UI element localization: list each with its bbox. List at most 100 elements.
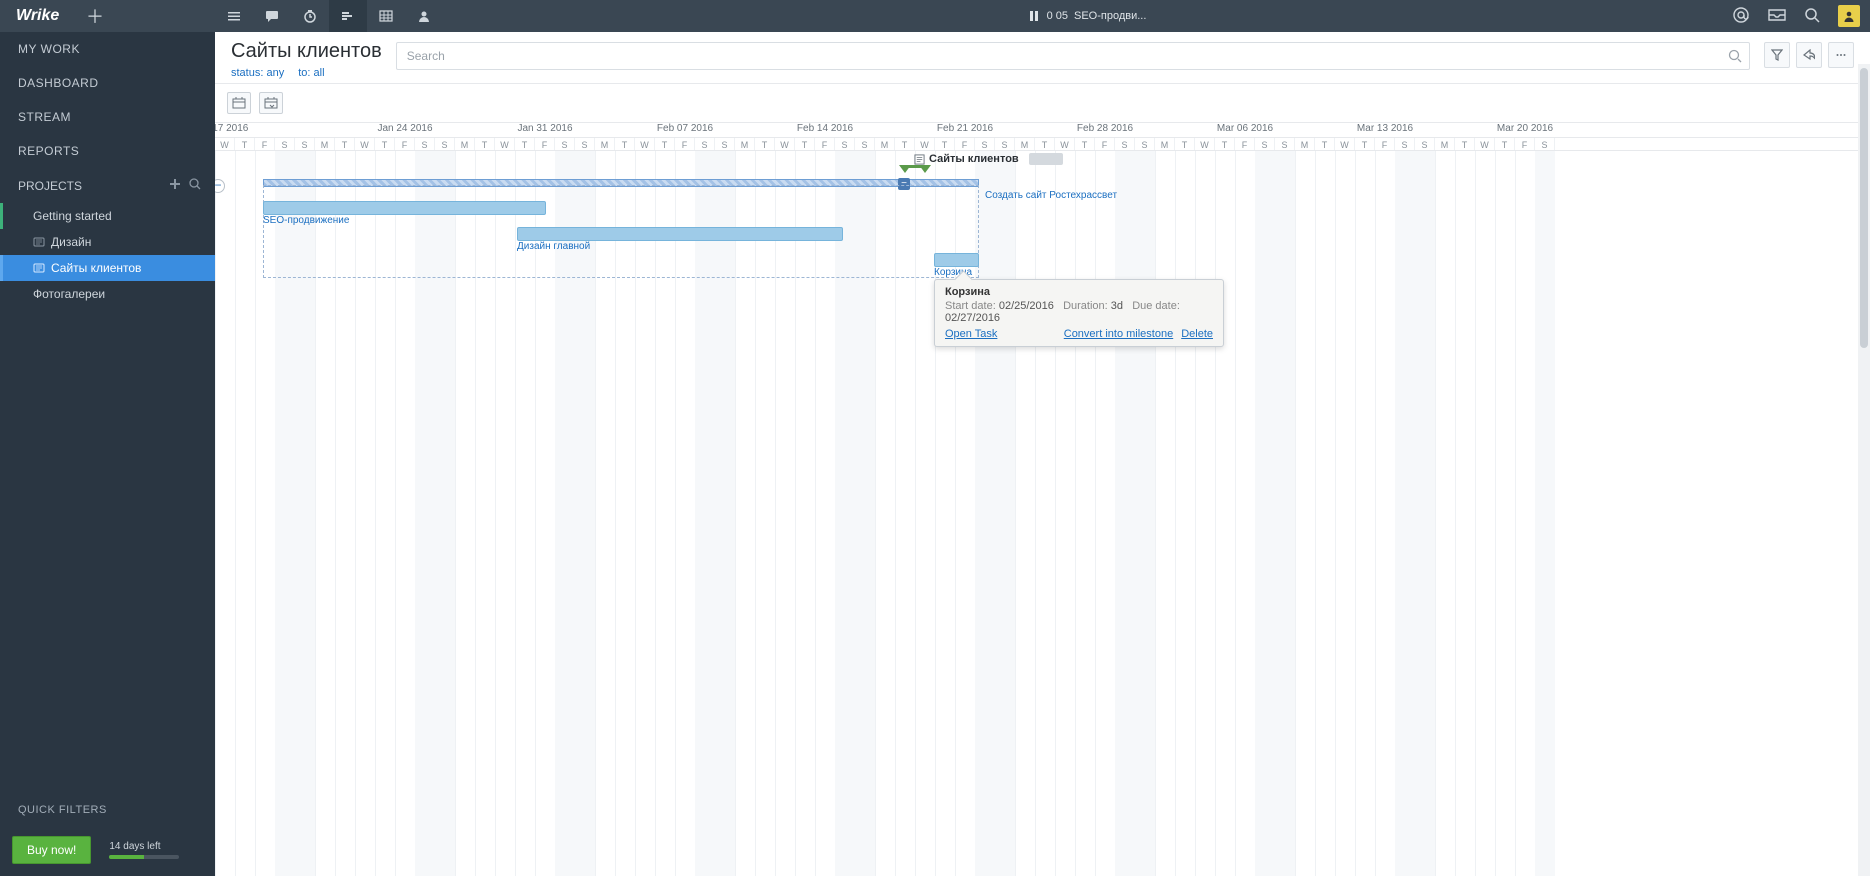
search-projects-icon[interactable] xyxy=(189,178,201,193)
menu-icon[interactable] xyxy=(215,0,253,32)
trial-days-left: 14 days left xyxy=(109,841,160,852)
top-bar: Wrike ＋ 0 05 SEO-продви... xyxy=(0,0,1870,32)
task-bar-design[interactable] xyxy=(517,227,843,241)
expand-all-button[interactable] xyxy=(259,92,283,114)
day-cell: S xyxy=(1395,138,1415,150)
topbar-timer-display[interactable]: 0 05 SEO-продви... xyxy=(443,10,1732,22)
avatar[interactable] xyxy=(1838,5,1860,27)
day-cell: T xyxy=(235,138,255,150)
summary-bar-label: Создать сайт Ростехрассвет xyxy=(985,190,1117,201)
day-cell: T xyxy=(1315,138,1335,150)
table-view-icon[interactable] xyxy=(367,0,405,32)
day-cell: W xyxy=(1195,138,1215,150)
day-cell: T xyxy=(655,138,675,150)
nav-dashboard[interactable]: DASHBOARD xyxy=(0,66,215,100)
vertical-scrollbar[interactable] xyxy=(1858,64,1870,876)
new-button[interactable]: ＋ xyxy=(80,3,110,29)
tooltip-open-task[interactable]: Open Task xyxy=(945,328,997,340)
timer-icon[interactable] xyxy=(291,0,329,32)
timeline-view-icon[interactable] xyxy=(329,0,367,32)
day-cell: S xyxy=(295,138,315,150)
day-cell: M xyxy=(735,138,755,150)
search-input[interactable] xyxy=(396,42,1750,70)
trial-progress xyxy=(109,855,179,859)
filter-status[interactable]: status: any xyxy=(231,67,284,79)
search-field-icon[interactable] xyxy=(1728,49,1742,63)
day-cell: F xyxy=(1095,138,1115,150)
tooltip-convert-milestone[interactable]: Convert into milestone xyxy=(1064,328,1173,340)
task-bar-seo[interactable] xyxy=(263,201,546,215)
day-cell: T xyxy=(1495,138,1515,150)
day-cell: F xyxy=(535,138,555,150)
folder-icon xyxy=(33,262,45,274)
day-cell: W xyxy=(635,138,655,150)
search-icon[interactable] xyxy=(1804,7,1820,26)
topbar-right xyxy=(1732,5,1870,27)
nav-projects-header[interactable]: PROJECTS xyxy=(0,168,215,203)
week-label: Mar 06 2016 xyxy=(1217,123,1273,134)
tooltip-delete[interactable]: Delete xyxy=(1181,328,1213,340)
day-cell: F xyxy=(1235,138,1255,150)
chat-icon[interactable] xyxy=(253,0,291,32)
more-button[interactable] xyxy=(1828,42,1854,68)
summary-bar[interactable]: − xyxy=(263,179,979,187)
collapse-all-button[interactable] xyxy=(227,92,251,114)
day-cell: S xyxy=(855,138,875,150)
week-label: Feb 07 2016 xyxy=(657,123,713,134)
day-cell: M xyxy=(875,138,895,150)
project-item-label: Сайты клиентов xyxy=(51,261,141,275)
nav-my-work[interactable]: MY WORK xyxy=(0,32,215,66)
day-cell: W xyxy=(915,138,935,150)
task-label-seo: SEO-продвижение xyxy=(263,215,349,226)
project-client-sites[interactable]: Сайты клиентов xyxy=(0,255,215,281)
day-cell: S xyxy=(555,138,575,150)
day-cell: S xyxy=(275,138,295,150)
project-getting-started[interactable]: Getting started xyxy=(0,203,215,229)
nav-stream[interactable]: STREAM xyxy=(0,100,215,134)
day-cell: T xyxy=(1455,138,1475,150)
group-brace xyxy=(905,165,925,175)
week-label: Feb 28 2016 xyxy=(1077,123,1133,134)
task-bar-cart[interactable] xyxy=(934,253,979,267)
add-project-icon[interactable] xyxy=(169,178,181,193)
timer-elapsed: 0 05 xyxy=(1047,10,1068,22)
day-cell: F xyxy=(675,138,695,150)
quick-filters-header[interactable]: QUICK FILTERS xyxy=(0,792,215,828)
summary-handle[interactable]: − xyxy=(898,178,910,190)
week-label: Mar 13 2016 xyxy=(1357,123,1413,134)
inbox-icon[interactable] xyxy=(1768,8,1786,25)
share-button[interactable] xyxy=(1796,42,1822,68)
topbar-view-icons xyxy=(215,0,443,32)
project-design[interactable]: Дизайн xyxy=(0,229,215,255)
buy-now-button[interactable]: Buy now! xyxy=(12,836,91,864)
grid-background xyxy=(215,151,1870,876)
group-label[interactable]: Сайты клиентов xyxy=(914,153,1063,165)
filter-to[interactable]: to: all xyxy=(298,67,324,79)
page-header: Сайты клиентов status: any to: all xyxy=(215,32,1870,84)
day-cell: T xyxy=(375,138,395,150)
day-cell: M xyxy=(595,138,615,150)
day-cell: W xyxy=(355,138,375,150)
week-label: Feb 14 2016 xyxy=(797,123,853,134)
day-cell: T xyxy=(335,138,355,150)
day-cell: W xyxy=(775,138,795,150)
nav-reports[interactable]: REPORTS xyxy=(0,134,215,168)
user-icon[interactable] xyxy=(405,0,443,32)
day-cell: F xyxy=(955,138,975,150)
mentions-icon[interactable] xyxy=(1732,6,1750,27)
day-cell: S xyxy=(415,138,435,150)
day-cell: M xyxy=(455,138,475,150)
day-cell: S xyxy=(1115,138,1135,150)
project-gallery[interactable]: Фотогалереи xyxy=(0,281,215,307)
day-cell: T xyxy=(895,138,915,150)
filter-button[interactable] xyxy=(1764,42,1790,68)
day-cell: T xyxy=(755,138,775,150)
group-tag xyxy=(1029,153,1063,165)
projects-label: PROJECTS xyxy=(18,179,82,193)
task-tooltip: Корзина Start date: 02/25/2016 Duration:… xyxy=(934,279,1224,347)
folder-icon xyxy=(33,236,45,248)
project-item-label: Дизайн xyxy=(51,235,91,249)
day-cell: T xyxy=(1075,138,1095,150)
timer-task-name: SEO-продви... xyxy=(1074,10,1146,22)
day-cell: W xyxy=(215,138,235,150)
